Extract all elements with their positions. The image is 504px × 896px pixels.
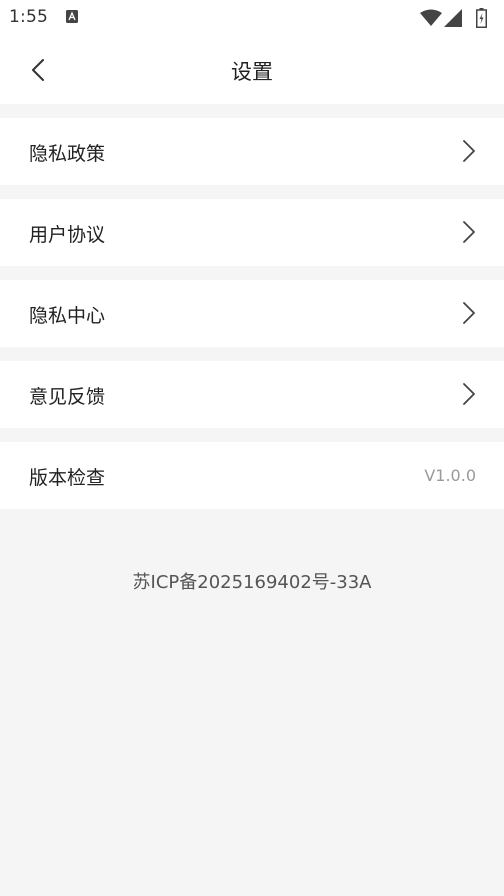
page-title: 设置 (231, 60, 273, 84)
settings-item-label: 隐私中心 (29, 305, 106, 327)
version-value: V1.0.0 (424, 466, 476, 485)
settings-item-privacy-center[interactable]: 隐私中心 (0, 280, 504, 347)
chevron-right-icon (463, 221, 475, 243)
settings-item-label: 版本检查 (29, 467, 106, 489)
settings-item-privacy-policy[interactable]: 隐私政策 (0, 118, 504, 185)
settings-item-version-check[interactable]: 版本检查 V1.0.0 (0, 442, 504, 509)
icp-license-text: 苏ICP备2025169402号-33A (132, 572, 372, 593)
app-bar: 设置 (0, 36, 504, 104)
settings-item-feedback[interactable]: 意见反馈 (0, 361, 504, 428)
battery-charging-icon (476, 8, 487, 28)
status-time: 1:55 (9, 7, 48, 27)
wifi-icon (420, 9, 442, 26)
chevron-right-icon (463, 302, 475, 324)
settings-list: 隐私政策 用户协议 隐私中心 意见反馈 版本检查 V1.0.0 (0, 118, 504, 523)
settings-item-label: 用户协议 (29, 224, 106, 246)
signal-icon (444, 9, 462, 27)
chevron-right-icon (463, 383, 475, 405)
settings-item-user-agreement[interactable]: 用户协议 (0, 199, 504, 266)
a-badge-icon (66, 10, 78, 23)
chevron-right-icon (463, 140, 475, 162)
settings-item-label: 意见反馈 (29, 386, 106, 408)
settings-item-label: 隐私政策 (29, 143, 106, 165)
status-icons (420, 8, 494, 28)
status-bar: 1:55 (0, 0, 504, 36)
